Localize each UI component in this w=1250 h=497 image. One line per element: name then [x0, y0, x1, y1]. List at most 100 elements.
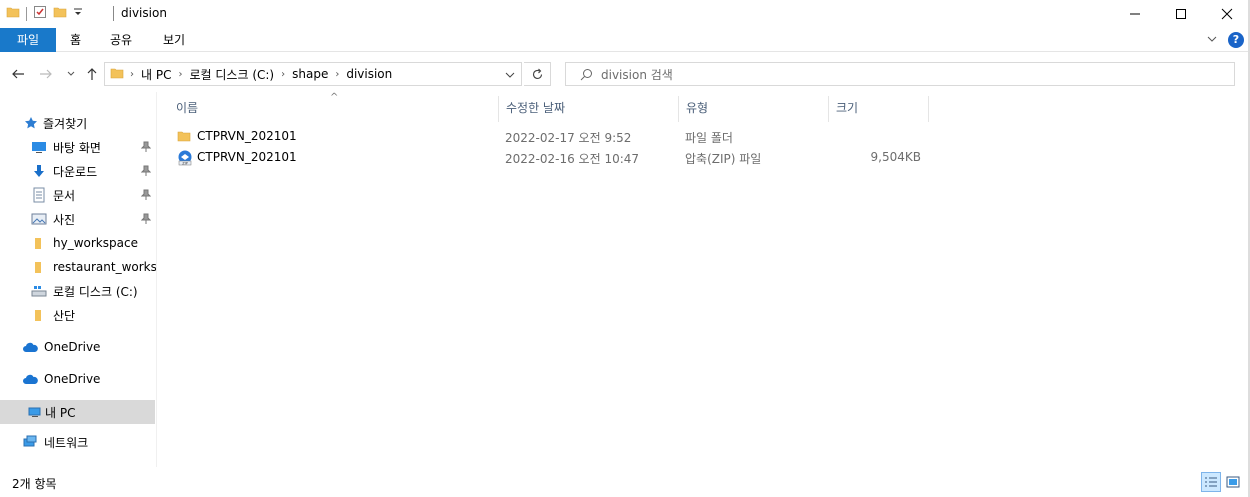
sidebar-item-desktop[interactable]: 바탕 화면: [0, 135, 155, 159]
sidebar-item-label: 산단: [53, 308, 76, 323]
maximize-button[interactable]: [1158, 0, 1204, 28]
title-bar: division: [0, 0, 1250, 28]
chevron-down-icon: [67, 71, 75, 76]
details-view-icon: [1205, 477, 1217, 487]
item-count: 2개 항목: [12, 477, 57, 491]
minimize-button[interactable]: [1112, 0, 1158, 28]
search-input[interactable]: division 검색: [601, 66, 673, 83]
chevron-right-icon[interactable]: ›: [279, 69, 287, 80]
quick-access-toolbar: [6, 5, 83, 22]
pin-icon[interactable]: [140, 141, 152, 156]
details-view-button[interactable]: [1201, 472, 1221, 492]
sidebar-item-restaurant-workspace[interactable]: restaurant_workspace: [0, 255, 156, 279]
crumb-my-pc[interactable]: 내 PC: [136, 66, 176, 83]
folder-icon: [6, 5, 20, 22]
toolbar-divider: [26, 6, 27, 21]
file-name: CTPRVN_202101: [197, 129, 297, 143]
tab-share[interactable]: 공유: [96, 28, 146, 52]
properties-icon[interactable]: [33, 5, 47, 22]
file-size: 9,504KB: [870, 150, 921, 164]
picture-icon: [31, 211, 47, 227]
search-box[interactable]: division 검색: [565, 62, 1235, 86]
search-icon: [580, 68, 593, 81]
large-icons-view-button[interactable]: [1223, 472, 1243, 492]
crumb-local-disk[interactable]: 로컬 디스크 (C:): [184, 66, 279, 83]
arrow-up-icon: [87, 68, 97, 80]
refresh-button[interactable]: [524, 62, 551, 86]
svg-text:ZIP: ZIP: [182, 161, 188, 165]
navigation-bar: › 내 PC › 로컬 디스크 (C:) › shape › division …: [0, 56, 1250, 92]
chevron-down-icon[interactable]: [1206, 33, 1218, 48]
folder-icon: [31, 259, 47, 275]
sidebar-item-sandan[interactable]: 산단: [0, 303, 155, 327]
sidebar-item-label: 네트워크: [44, 435, 89, 450]
large-icons-view-icon: [1226, 476, 1240, 488]
up-button[interactable]: [83, 64, 101, 84]
sidebar-item-documents[interactable]: 문서: [0, 183, 155, 207]
sidebar-item-label: 사진: [53, 212, 76, 227]
new-folder-icon[interactable]: [53, 5, 67, 22]
column-divider[interactable]: [928, 96, 929, 122]
file-name: CTPRVN_202101: [197, 150, 297, 164]
pin-icon[interactable]: [140, 189, 152, 204]
sidebar-item-label: hy_workspace: [53, 236, 138, 250]
sidebar-item-quick-access[interactable]: 즐겨찾기: [0, 111, 155, 135]
crumb-division[interactable]: division: [341, 67, 397, 81]
chevron-right-icon[interactable]: ›: [128, 69, 136, 80]
status-bar: 2개 항목: [0, 467, 1250, 497]
sidebar-item-label: 다운로드: [53, 164, 98, 179]
navigation-pane: 즐겨찾기 바탕 화면 다운로드 문서 사진 hy_workspace resta…: [0, 92, 157, 467]
pin-icon[interactable]: [140, 165, 152, 180]
cloud-icon: [22, 371, 38, 387]
sidebar-item-onedrive-2[interactable]: OneDrive: [0, 367, 155, 391]
back-button[interactable]: [9, 64, 27, 84]
sidebar-item-label: OneDrive: [44, 372, 101, 386]
chevron-down-icon[interactable]: [505, 69, 515, 83]
forward-button[interactable]: [37, 64, 55, 84]
sidebar-item-hy-workspace[interactable]: hy_workspace: [0, 231, 155, 255]
sidebar-item-my-pc[interactable]: 내 PC: [0, 400, 155, 424]
file-row[interactable]: CTPRVN_202101 2022-02-17 오전 9:52 파일 폴더: [170, 126, 930, 148]
column-header-size[interactable]: 크기: [828, 96, 928, 120]
zip-icon: ZIP: [177, 150, 193, 169]
sidebar-item-downloads[interactable]: 다운로드: [0, 159, 155, 183]
star-icon: [24, 115, 38, 131]
sidebar-item-label: 즐겨찾기: [43, 116, 88, 131]
folder-icon: [177, 129, 191, 146]
close-button[interactable]: [1204, 0, 1250, 28]
cloud-icon: [22, 339, 38, 355]
tab-view[interactable]: 보기: [149, 28, 199, 52]
sidebar-item-label: OneDrive: [44, 340, 101, 354]
help-icon[interactable]: ?: [1228, 32, 1244, 48]
recent-locations-button[interactable]: [62, 64, 80, 84]
column-header-modified[interactable]: 수정한 날짜: [498, 96, 678, 120]
crumb-shape[interactable]: shape: [287, 67, 333, 81]
title-divider: [113, 6, 114, 21]
chevron-right-icon[interactable]: ›: [333, 69, 341, 80]
arrow-left-icon: [12, 69, 24, 79]
sidebar-item-onedrive[interactable]: OneDrive: [0, 335, 155, 359]
tab-home[interactable]: 홈: [56, 28, 95, 52]
chevron-right-icon[interactable]: ›: [176, 69, 184, 80]
maximize-icon: [1176, 9, 1186, 19]
breadcrumb: › 내 PC › 로컬 디스크 (C:) › shape › division: [105, 66, 397, 83]
drive-icon: [31, 283, 47, 299]
sidebar-item-network[interactable]: 네트워크: [0, 430, 155, 454]
file-modified: 2022-02-16 오전 10:47: [505, 152, 640, 166]
folder-icon: [31, 235, 47, 251]
file-modified: 2022-02-17 오전 9:52: [505, 131, 632, 145]
sidebar-item-pictures[interactable]: 사진: [0, 207, 155, 231]
column-header-type[interactable]: 유형: [678, 96, 828, 120]
column-header-name[interactable]: 이름: [168, 96, 498, 120]
customize-toolbar-icon[interactable]: [73, 6, 83, 21]
tab-file[interactable]: 파일: [0, 28, 56, 52]
sidebar-item-local-disk[interactable]: 로컬 디스크 (C:): [0, 279, 155, 303]
network-icon: [22, 434, 38, 450]
file-type: 파일 폴더: [685, 131, 733, 145]
pc-icon: [27, 404, 43, 420]
sidebar-item-label: 로컬 디스크 (C:): [53, 284, 138, 299]
address-bar[interactable]: › 내 PC › 로컬 디스크 (C:) › shape › division: [104, 62, 522, 86]
file-row[interactable]: ZIP CTPRVN_202101 2022-02-16 오전 10:47 압축…: [170, 147, 930, 169]
pin-icon[interactable]: [140, 213, 152, 228]
sidebar-item-label: 문서: [53, 188, 76, 203]
